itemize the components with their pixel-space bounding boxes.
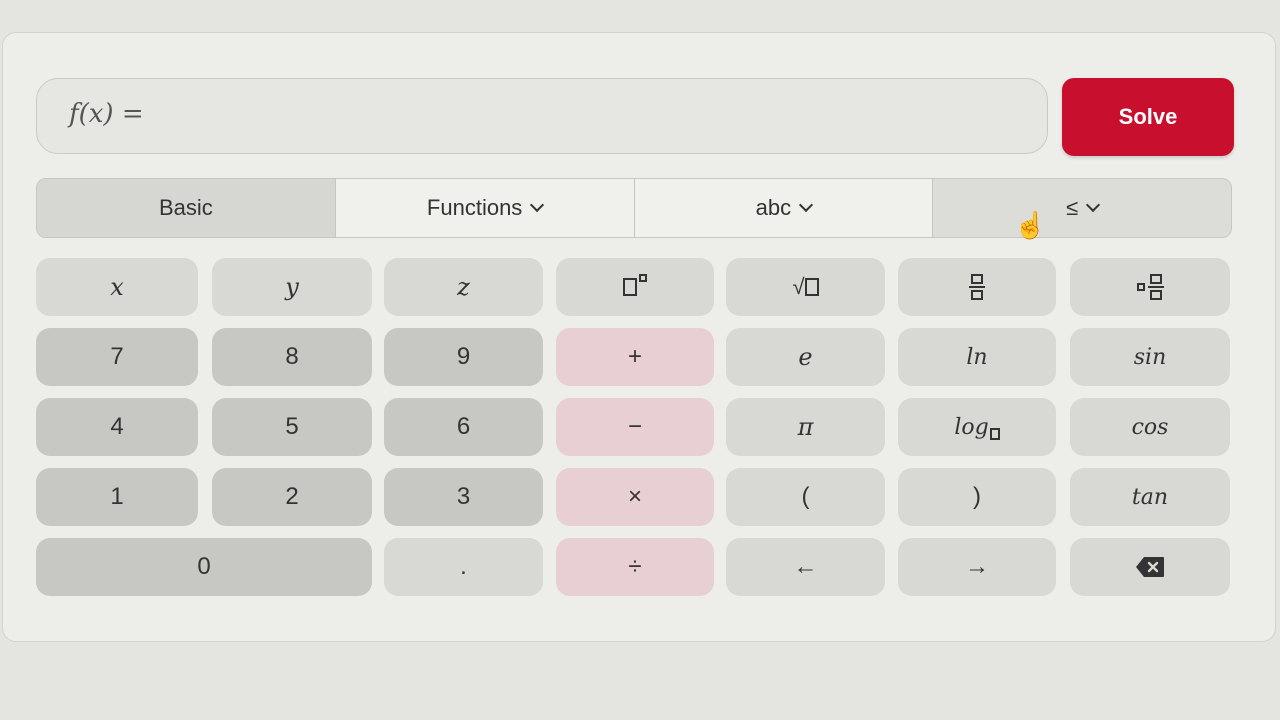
key-cos[interactable]: cos bbox=[1070, 398, 1230, 456]
key-right-paren[interactable]: ) bbox=[898, 468, 1056, 526]
log-label: log bbox=[954, 414, 989, 440]
fraction-icon bbox=[969, 274, 985, 300]
key-z[interactable]: z bbox=[384, 258, 543, 316]
key-decimal[interactable]: . bbox=[384, 538, 543, 596]
square-superscript-icon bbox=[623, 274, 647, 296]
key-backspace[interactable] bbox=[1070, 538, 1230, 596]
tab-inequalities-label: ≤ bbox=[1066, 195, 1079, 220]
tab-basic[interactable]: Basic bbox=[37, 179, 336, 237]
tab-functions[interactable]: Functions bbox=[336, 179, 635, 237]
tab-functions-label: Functions bbox=[426, 195, 523, 220]
key-1[interactable]: 1 bbox=[36, 468, 198, 526]
key-5[interactable]: 5 bbox=[212, 398, 372, 456]
key-pi[interactable]: π bbox=[726, 398, 885, 456]
key-right-arrow[interactable]: → bbox=[898, 538, 1056, 596]
mixed-fraction-icon bbox=[1136, 274, 1164, 300]
subscript-placeholder bbox=[989, 428, 1000, 440]
key-e[interactable]: e bbox=[726, 328, 885, 386]
key-minus[interactable]: − bbox=[556, 398, 714, 456]
key-0[interactable]: 0 bbox=[36, 538, 372, 596]
key-3[interactable]: 3 bbox=[384, 468, 543, 526]
chevron-down-icon bbox=[799, 197, 814, 213]
key-y[interactable]: y bbox=[212, 258, 372, 316]
backspace-icon bbox=[1136, 557, 1164, 577]
chevron-down-icon bbox=[1086, 197, 1101, 213]
key-x[interactable]: x bbox=[36, 258, 198, 316]
key-superscript[interactable] bbox=[556, 258, 714, 316]
key-times[interactable]: × bbox=[556, 468, 714, 526]
key-8[interactable]: 8 bbox=[212, 328, 372, 386]
key-fraction[interactable] bbox=[898, 258, 1056, 316]
key-left-paren[interactable]: ( bbox=[726, 468, 885, 526]
key-left-arrow[interactable]: ← bbox=[726, 538, 885, 596]
chevron-down-icon bbox=[530, 197, 545, 213]
hand-pointer-icon: ☝ bbox=[1014, 210, 1047, 240]
key-sin[interactable]: sin bbox=[1070, 328, 1230, 386]
square-root-icon: √ bbox=[792, 274, 819, 300]
key-divide[interactable]: ÷ bbox=[556, 538, 714, 596]
key-tan[interactable]: tan bbox=[1070, 468, 1230, 526]
function-label: f(x) = bbox=[69, 99, 144, 129]
key-6[interactable]: 6 bbox=[384, 398, 543, 456]
solve-button[interactable]: Solve bbox=[1062, 78, 1234, 156]
key-2[interactable]: 2 bbox=[212, 468, 372, 526]
key-9[interactable]: 9 bbox=[384, 328, 543, 386]
tab-inequalities[interactable]: ≤ bbox=[933, 179, 1231, 237]
expression-input[interactable]: f(x) = bbox=[36, 78, 1048, 154]
keypad-tabs: Basic Functions abc ≤ bbox=[36, 178, 1232, 238]
key-sqrt[interactable]: √ bbox=[726, 258, 885, 316]
key-7[interactable]: 7 bbox=[36, 328, 198, 386]
key-ln[interactable]: ln bbox=[898, 328, 1056, 386]
key-log[interactable]: log bbox=[898, 398, 1056, 456]
tab-abc[interactable]: abc bbox=[635, 179, 934, 237]
key-plus[interactable]: + bbox=[556, 328, 714, 386]
tab-basic-label: Basic bbox=[158, 195, 213, 220]
key-4[interactable]: 4 bbox=[36, 398, 198, 456]
tab-abc-label: abc bbox=[755, 195, 792, 220]
key-mixed-fraction[interactable] bbox=[1070, 258, 1230, 316]
